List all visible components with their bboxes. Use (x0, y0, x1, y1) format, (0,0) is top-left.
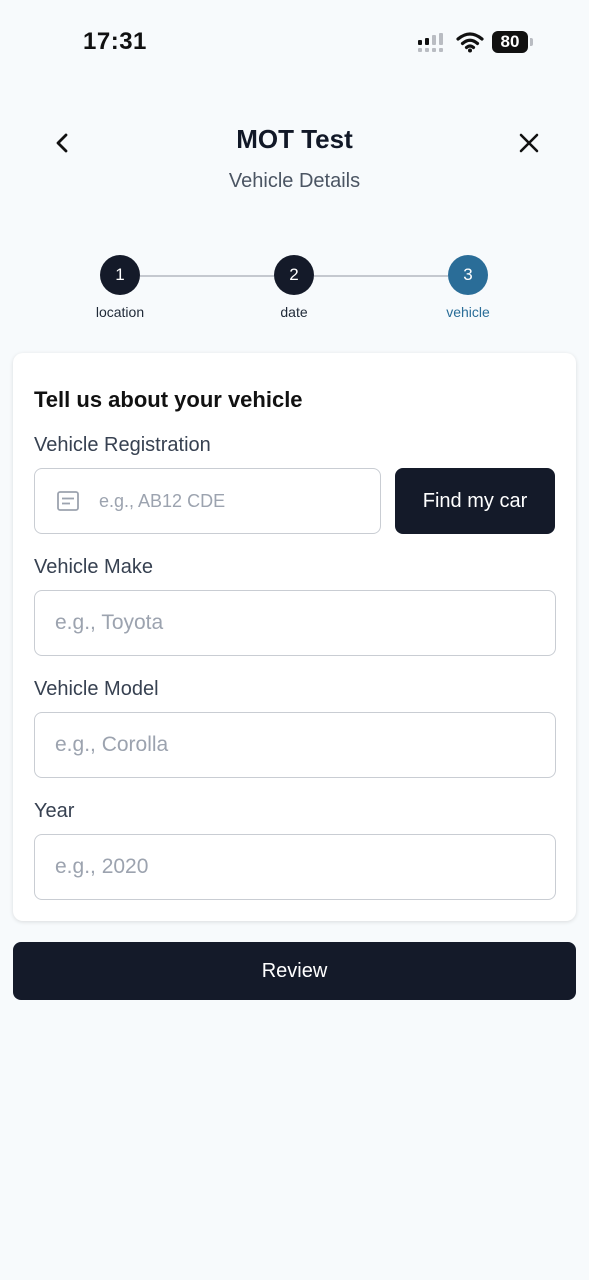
close-button[interactable] (510, 124, 548, 162)
status-time: 17:31 (83, 28, 147, 55)
registration-input[interactable] (99, 470, 369, 532)
status-bar: 17:31 80 (0, 0, 589, 86)
wifi-icon (456, 32, 484, 53)
make-label: Vehicle Make (34, 556, 153, 578)
find-my-car-button[interactable]: Find my car (395, 468, 555, 534)
battery-icon: 80 (492, 31, 534, 53)
step-1-label: location (95, 304, 145, 320)
cellular-signal-icon (418, 33, 443, 52)
progress-stepper: 1 2 3 location date vehicle (0, 255, 589, 325)
year-label: Year (34, 800, 75, 822)
step-2-label: date (280, 304, 308, 320)
review-button[interactable]: Review (13, 942, 576, 1000)
battery-tip (530, 38, 533, 46)
registration-label: Vehicle Registration (34, 434, 211, 456)
page-subtitle: Vehicle Details (228, 170, 361, 192)
step-connector (314, 275, 448, 277)
year-input[interactable] (34, 834, 556, 900)
step-1-circle[interactable]: 1 (100, 255, 140, 295)
step-3-label: vehicle (446, 304, 490, 320)
make-input[interactable] (34, 590, 556, 656)
license-plate-icon (57, 491, 79, 511)
model-label: Vehicle Model (34, 678, 159, 700)
page-title: MOT Test (236, 124, 353, 154)
battery-level: 80 (492, 31, 528, 53)
registration-field[interactable] (34, 468, 381, 534)
step-connector (140, 275, 274, 277)
form-heading: Tell us about your vehicle (34, 387, 303, 412)
step-2-circle[interactable]: 2 (274, 255, 314, 295)
vehicle-form-card: Tell us about your vehicle Vehicle Regis… (13, 353, 576, 921)
step-3-circle: 3 (448, 255, 488, 295)
model-input[interactable] (34, 712, 556, 778)
close-icon (519, 133, 539, 153)
